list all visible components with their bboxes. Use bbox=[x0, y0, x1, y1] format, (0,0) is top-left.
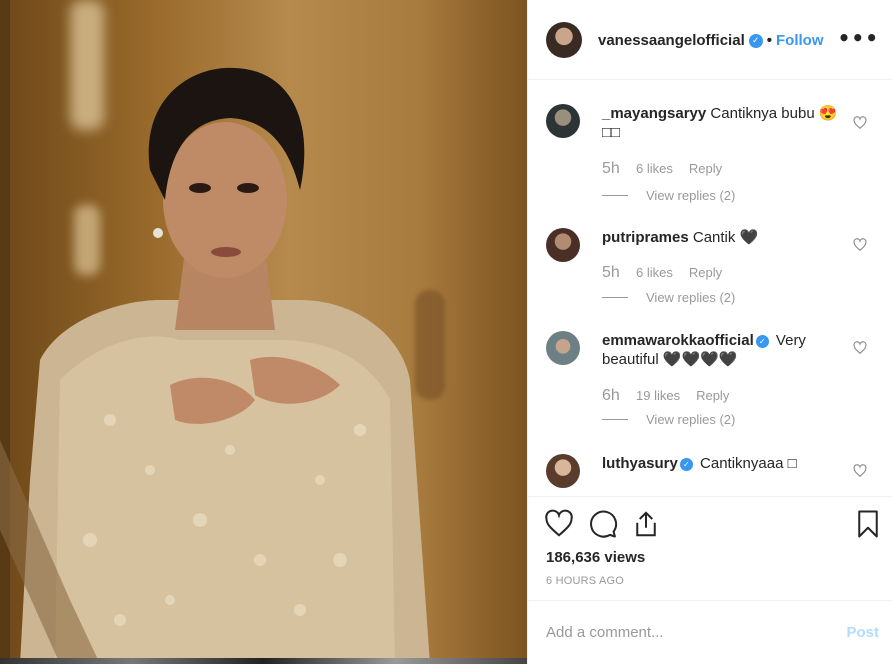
replies-divider bbox=[602, 419, 628, 420]
reply-button[interactable]: Reply bbox=[696, 388, 729, 403]
post-timestamp[interactable]: 6 HOURS AGO bbox=[546, 575, 624, 587]
comment-input[interactable] bbox=[546, 621, 816, 643]
comment-text: luthyasury ✓ Cantiknyaaa □ bbox=[602, 454, 842, 473]
avatar[interactable] bbox=[546, 228, 580, 262]
replies-divider bbox=[602, 297, 628, 298]
comment-likes[interactable]: 6 likes bbox=[636, 265, 673, 280]
verified-badge-icon: ✓ bbox=[748, 33, 763, 48]
share-icon[interactable] bbox=[631, 509, 661, 539]
avatar[interactable] bbox=[546, 331, 580, 365]
post-panel: vanessaangelofficial ✓ • Follow ••• _may… bbox=[527, 0, 892, 664]
post-comment-button[interactable]: Post bbox=[846, 624, 879, 641]
post-media[interactable] bbox=[0, 0, 527, 664]
reply-button[interactable]: Reply bbox=[689, 265, 722, 280]
comment-username[interactable]: _mayangsaryy bbox=[602, 105, 706, 122]
like-comment-heart-icon[interactable] bbox=[853, 464, 867, 478]
comment-age[interactable]: 5h bbox=[602, 160, 636, 178]
view-replies-label: View replies (2) bbox=[646, 188, 736, 203]
username-link[interactable]: vanessaangelofficial bbox=[598, 32, 745, 49]
view-replies-button[interactable]: View replies (2) bbox=[602, 412, 735, 427]
comment-text: emmawarokkaofficial ✓ Very beautiful 🖤🖤🖤🖤 bbox=[602, 331, 842, 369]
post-header: vanessaangelofficial ✓ • Follow ••• bbox=[528, 0, 892, 80]
comment-age[interactable]: 5h bbox=[602, 264, 636, 282]
comment-text: _mayangsaryy Cantiknya bubu 😍 □□ bbox=[602, 104, 842, 142]
reply-button[interactable]: Reply bbox=[689, 161, 722, 176]
add-comment-bar: Post bbox=[528, 600, 892, 664]
like-comment-heart-icon[interactable] bbox=[853, 238, 867, 252]
heart-icon[interactable] bbox=[544, 509, 574, 539]
avatar[interactable] bbox=[546, 104, 580, 138]
comment-username[interactable]: luthyasury bbox=[602, 455, 678, 472]
separator: • bbox=[766, 32, 772, 49]
verified-badge-icon: ✓ bbox=[755, 335, 769, 348]
comment-icon[interactable] bbox=[588, 509, 618, 539]
post-actions: 186,636 views 6 HOURS AGO bbox=[528, 496, 892, 600]
avatar[interactable] bbox=[546, 454, 580, 488]
more-options-icon[interactable]: ••• bbox=[838, 26, 879, 50]
view-count[interactable]: 186,636 views bbox=[546, 549, 645, 566]
view-replies-label: View replies (2) bbox=[646, 412, 736, 427]
comment-age[interactable]: 6h bbox=[602, 387, 636, 405]
bride-figure bbox=[0, 67, 430, 664]
comment-meta: 6h 19 likes Reply bbox=[602, 387, 729, 405]
comment-meta: 5h 6 likes Reply bbox=[602, 264, 722, 282]
avatar[interactable] bbox=[546, 22, 582, 58]
comment-body: Cantiknyaaa □ bbox=[700, 455, 797, 472]
view-replies-button[interactable]: View replies (2) bbox=[602, 188, 735, 203]
view-replies-button[interactable]: View replies (2) bbox=[602, 290, 735, 305]
header-user: vanessaangelofficial ✓ • Follow bbox=[598, 32, 824, 49]
replies-divider bbox=[602, 195, 628, 196]
view-replies-label: View replies (2) bbox=[646, 290, 736, 305]
bookmark-icon[interactable] bbox=[853, 509, 883, 539]
media-bottom-strip bbox=[0, 658, 527, 664]
like-comment-heart-icon[interactable] bbox=[853, 116, 867, 130]
comments-list[interactable]: _mayangsaryy Cantiknya bubu 😍 □□ 5h 6 li… bbox=[528, 80, 892, 496]
comment-body: Cantik 🖤 bbox=[692, 229, 759, 246]
like-comment-heart-icon[interactable] bbox=[853, 341, 867, 355]
verified-badge-icon: ✓ bbox=[679, 458, 693, 471]
comment-text: putriprames Cantik 🖤 bbox=[602, 228, 842, 247]
comment-meta: 5h 6 likes Reply bbox=[602, 160, 722, 178]
follow-button[interactable]: Follow bbox=[776, 32, 824, 49]
comment-username[interactable]: emmawarokkaofficial bbox=[602, 332, 754, 349]
comment-username[interactable]: putriprames bbox=[602, 229, 689, 246]
comment-likes[interactable]: 19 likes bbox=[636, 388, 680, 403]
comment-likes[interactable]: 6 likes bbox=[636, 161, 673, 176]
